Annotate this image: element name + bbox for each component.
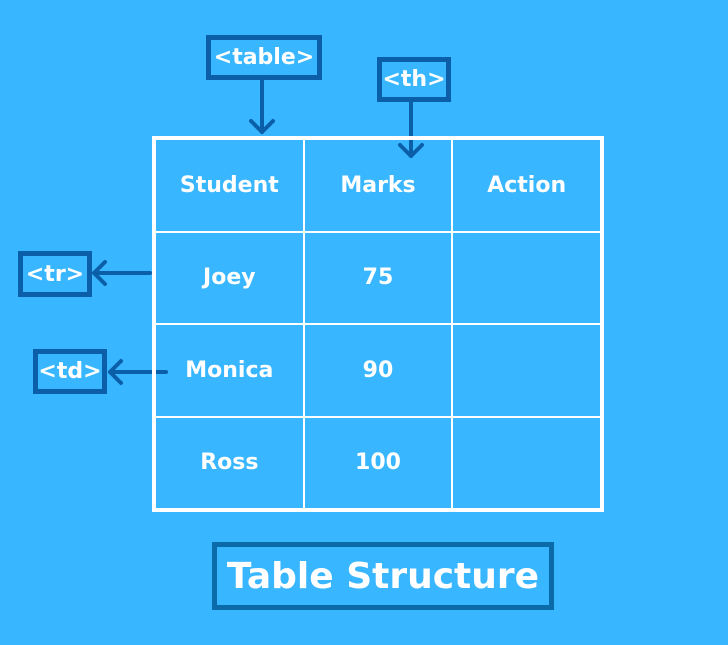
diagram-title: Table Structure [212, 542, 554, 610]
table-arrow-icon [249, 78, 275, 134]
row-3-action [452, 416, 601, 509]
tr-arrow-icon [92, 260, 152, 286]
row-1-marks: 75 [303, 231, 453, 324]
td-tag-label: <td> [33, 349, 107, 394]
table-tag-label: <table> [206, 35, 322, 80]
row-2-marks: 90 [303, 324, 453, 417]
row-3-student: Ross [155, 416, 304, 509]
row-2-action [452, 324, 601, 417]
row-1-action [452, 231, 601, 324]
tr-tag-label: <tr> [18, 251, 92, 297]
row-2-student: Monica [155, 324, 304, 417]
header-cell-action: Action [452, 139, 601, 232]
row-3-marks: 100 [303, 416, 453, 509]
th-tag-label: <th> [377, 57, 451, 102]
header-cell-student: Student [155, 139, 304, 232]
example-table: Student Marks Action Joey 75 Monica 90 R… [152, 136, 604, 512]
header-cell-marks: Marks [303, 139, 453, 232]
row-1-student: Joey [155, 231, 304, 324]
